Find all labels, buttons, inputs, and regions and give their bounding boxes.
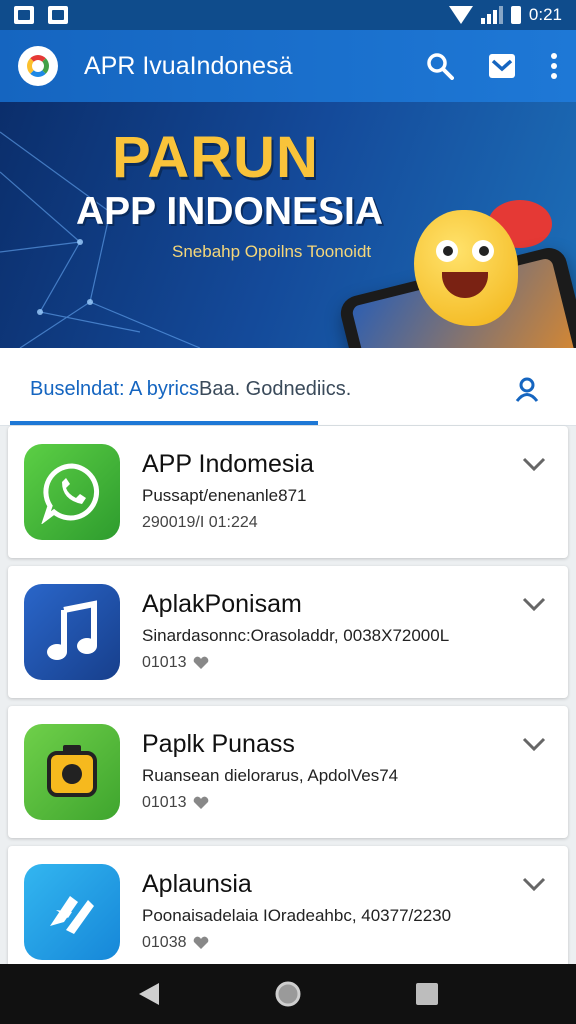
app-icon <box>24 724 120 820</box>
app-list: APP Indomesia Pussapt/enenanle871 290019… <box>8 426 568 986</box>
system-nav-bar <box>0 964 576 1024</box>
app-description: Poonaisadelaia IOradeahbc, 40377/2230 <box>142 906 452 925</box>
image-notification-icon <box>48 6 68 24</box>
battery-icon <box>510 6 521 24</box>
plane-icon <box>50 896 94 934</box>
banner-subheadline: APP INDONESIA <box>76 190 384 233</box>
tab-bar: Buselndat: A byricsBaa. Godnediics. <box>0 348 576 426</box>
app-name: Paplk Punass <box>142 730 295 758</box>
app-icon <box>24 864 120 960</box>
chevron-down-icon[interactable] <box>522 876 546 892</box>
search-icon[interactable] <box>426 52 454 80</box>
app-icon <box>24 444 120 540</box>
music-note-icon <box>47 600 97 660</box>
app-name: AplakPonisam <box>142 590 302 618</box>
app-name: APP Indomesia <box>142 450 314 478</box>
back-icon[interactable] <box>137 981 161 1007</box>
status-time: 0:21 <box>528 5 562 24</box>
app-list-item[interactable]: Aplaunsia Poonaisadelaia IOradeahbc, 403… <box>8 846 568 978</box>
tab-inactive[interactable]: Baa. Godnediics. <box>199 378 351 400</box>
wifi-icon <box>448 6 473 24</box>
app-icon <box>24 584 120 680</box>
app-meta: 01013 <box>142 794 209 812</box>
tab-labels: Buselndat: A byricsBaa. Godnediics. <box>30 378 351 401</box>
chevron-down-icon[interactable] <box>522 456 546 472</box>
app-list-item[interactable]: APP Indomesia Pussapt/enenanle871 290019… <box>8 426 568 558</box>
app-list-item[interactable]: AplakPonisam Sinardasonnc:Orasoladdr, 00… <box>8 566 568 698</box>
camera-icon <box>47 745 97 797</box>
tab-active[interactable]: Buselndat: A byrics <box>30 378 199 400</box>
app-meta: 01038 <box>142 934 209 952</box>
app-name: Aplaunsia <box>142 870 252 898</box>
recents-icon[interactable] <box>415 982 439 1006</box>
more-options-icon[interactable] <box>550 52 558 80</box>
app-bar: APR IvuaIndonesä <box>0 30 576 102</box>
app-meta: 01013 <box>142 654 209 672</box>
app-logo[interactable] <box>18 46 58 86</box>
app-description: Pussapt/enenanle871 <box>142 486 307 505</box>
user-icon[interactable] <box>514 376 540 402</box>
notification-icon <box>14 6 34 24</box>
heart-icon <box>193 656 208 669</box>
chevron-down-icon[interactable] <box>522 736 546 752</box>
app-meta: 290019/I 01:224 <box>142 514 258 531</box>
promo-banner[interactable]: PARUN APP INDONESIA Snebahp Opoilns Toon… <box>0 102 576 348</box>
app-description: Ruansean dielorarus, ApdolVes74 <box>142 766 399 785</box>
signal-icon <box>480 6 503 24</box>
app-list-item[interactable]: Paplk Punass Ruansean dielorarus, ApdolV… <box>8 706 568 838</box>
app-description: Sinardasonnc:Orasoladdr, 0038X72000L <box>142 626 450 645</box>
app-title: APR IvuaIndonesä <box>84 51 293 80</box>
home-icon[interactable] <box>274 980 302 1008</box>
heart-icon <box>193 936 208 949</box>
chevron-down-icon[interactable] <box>522 596 546 612</box>
chat-icon <box>41 463 100 524</box>
banner-headline: PARUN <box>112 125 319 190</box>
banner-caption: Snebahp Opoilns Toonoidt <box>172 242 372 261</box>
tab-indicator <box>10 421 318 425</box>
mail-icon[interactable] <box>488 53 516 79</box>
status-bar: 0:21 <box>0 0 576 30</box>
heart-icon <box>193 796 208 809</box>
